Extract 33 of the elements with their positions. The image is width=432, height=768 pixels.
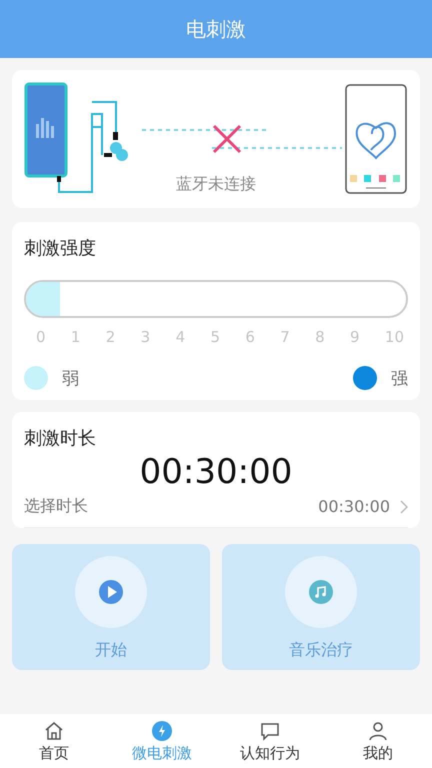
tick-label: 3	[140, 328, 150, 346]
timer-display: 00:30:00	[138, 452, 294, 492]
legend-label: 强	[391, 368, 408, 390]
screen-title: 电刺激	[186, 16, 246, 42]
tick-label: 2	[106, 328, 116, 346]
tick-label: 10	[384, 328, 404, 346]
tick-label: 7	[280, 328, 290, 346]
bluetooth-status: 蓝牙未连接	[176, 174, 256, 195]
tick-label: 9	[350, 328, 360, 346]
section-title: 刺激强度	[24, 237, 97, 260]
tick-label: 1	[70, 328, 80, 346]
intensity-slider[interactable]	[24, 280, 408, 318]
section-title: 刺激时长	[24, 427, 97, 450]
tick-label: 4	[176, 328, 186, 346]
tab[interactable]: 我的	[324, 714, 432, 768]
duration-label: 选择时长	[24, 496, 89, 517]
tick-label: 6	[245, 328, 255, 346]
tick-label: 5	[210, 328, 220, 346]
action-tile[interactable]: 音乐治疗	[222, 544, 420, 670]
lightning-icon	[151, 720, 173, 742]
tab[interactable]: 首页	[0, 714, 108, 768]
tab[interactable]: 微电刺激	[108, 714, 216, 768]
tab[interactable]: 认知行为	[216, 714, 324, 768]
tick-label: 0	[36, 328, 46, 346]
home-icon	[43, 720, 65, 742]
duration-value[interactable]: 00:30:00	[318, 497, 390, 516]
tick-label: 8	[315, 328, 325, 346]
legend-label: 弱	[62, 368, 79, 390]
play-icon	[99, 580, 123, 604]
action-tile[interactable]: 开始	[12, 544, 210, 670]
music-note-icon	[309, 580, 333, 604]
chevron-right-icon[interactable]	[400, 500, 408, 514]
person-icon	[367, 720, 389, 742]
